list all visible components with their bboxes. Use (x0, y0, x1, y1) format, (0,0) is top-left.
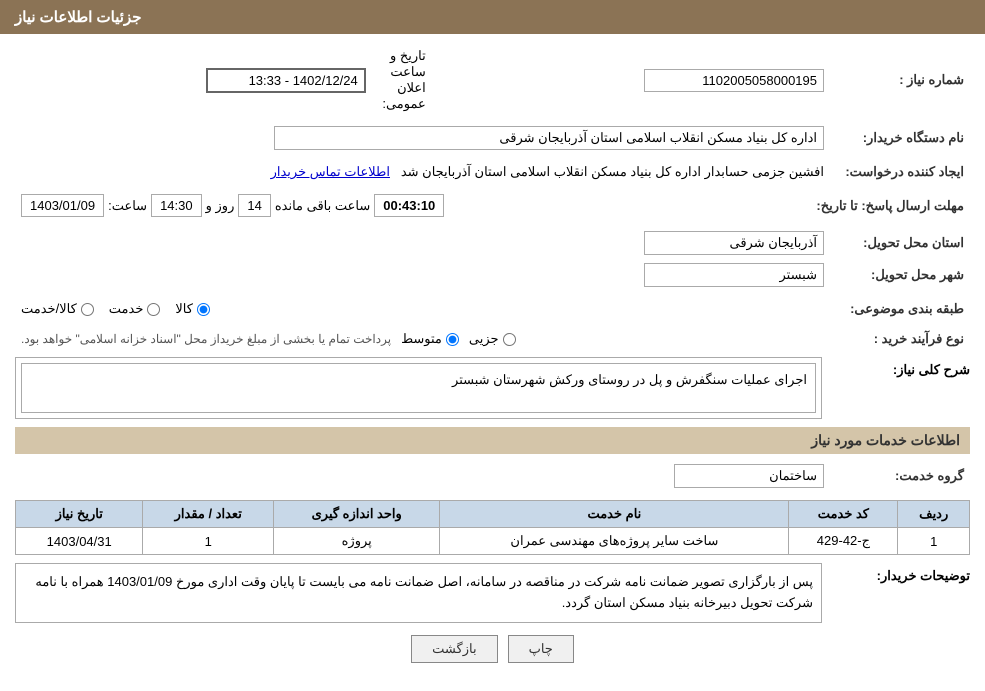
need-number-label: شماره نیاز : (830, 44, 970, 116)
cell-service_code: ج-42-429 (789, 528, 898, 555)
creator-label: ایجاد کننده درخواست: (830, 160, 970, 184)
day-label: روز و (206, 198, 235, 214)
announcement-date-label-cell: تاریخ و ساعت اعلان عمومی: (372, 44, 432, 116)
need-desc-row: شرح کلی نیاز: اجرای عملیات سنگفرش و پل د… (15, 357, 970, 419)
service-group-label: گروه خدمت: (830, 460, 970, 492)
deadline-table: مهلت ارسال پاسخ: تا تاریخ: 1403/01/09 سا… (15, 190, 970, 221)
services-table: ردیف کد خدمت نام خدمت واحد اندازه گیری ت… (15, 500, 970, 555)
cell-quantity: 1 (143, 528, 274, 555)
process-radio-mutawaset: متوسط (401, 331, 459, 347)
process-label: نوع فرآیند خرید : (830, 327, 970, 351)
subject-radio-kala-khedmat: کالا/خدمت (21, 301, 94, 317)
cell-service_name: ساخت سایر پروژه‌های مهندسی عمران (440, 528, 789, 555)
process-radio-jozii-input[interactable] (503, 333, 516, 346)
col-service-name: نام خدمت (440, 501, 789, 528)
watermark-area: شماره نیاز : 1102005058000195 تاریخ و سا… (15, 44, 970, 663)
subject-table: طبقه بندی موضوعی: کالا/خدمت خدمت (15, 297, 970, 321)
need-desc-section: شرح کلی نیاز: اجرای عملیات سنگفرش و پل د… (15, 357, 970, 419)
col-unit: واحد اندازه گیری (274, 501, 440, 528)
need-number-value: 1102005058000195 (644, 69, 824, 92)
time-label: ساعت: (108, 198, 147, 214)
buyer-org-table: نام دستگاه خریدار: اداره کل بنیاد مسکن ا… (15, 122, 970, 154)
process-cell: پرداخت تمام یا بخشی از مبلغ خریداز محل "… (15, 327, 830, 351)
subject-radio-kala-khedmat-input[interactable] (81, 303, 94, 316)
buyer-notes-value: پس از بارگزاری تصویر ضمانت نامه شرکت در … (15, 563, 822, 623)
subject-cell: کالا/خدمت خدمت کالا (15, 297, 830, 321)
creator-cell: افشین جزمی حسابدار اداره کل بنیاد مسکن ا… (15, 160, 830, 184)
page-title: جزئیات اطلاعات نیاز (15, 9, 142, 26)
buyer-org-value: اداره کل بنیاد مسکن انقلاب اسلامی استان … (274, 126, 824, 150)
delivery-province-cell: آذربایجان شرقی (15, 227, 830, 259)
buyer-org-cell: اداره کل بنیاد مسکن انقلاب اسلامی استان … (15, 122, 830, 154)
page-header: جزئیات اطلاعات نیاز (0, 0, 985, 34)
subject-radio-group: کالا/خدمت خدمت کالا (21, 301, 824, 317)
deadline-days: 14 (238, 194, 270, 217)
subject-kala-label: کالا (175, 301, 193, 317)
subject-radio-khedmat: خدمت (109, 301, 161, 317)
col-date: تاریخ نیاز (16, 501, 143, 528)
service-group-cell: ساختمان (15, 460, 830, 492)
table-row: 1ج-42-429ساخت سایر پروژه‌های مهندسی عمرا… (16, 528, 970, 555)
announcement-date-value: 1402/12/24 - 13:33 (206, 68, 366, 93)
buyer-notes-row: توضیحات خریدار: پس از بارگزاری تصویر ضما… (15, 563, 970, 623)
subject-radio-khedmat-input[interactable] (147, 303, 160, 316)
subject-radio-kala-input[interactable] (197, 303, 210, 316)
deadline-time: 14:30 (151, 194, 202, 217)
need-desc-value: اجرای عملیات سنگفرش و پل در روستای ورکش … (21, 363, 816, 413)
delivery-province-label: استان محل تحویل: (830, 227, 970, 259)
delivery-table: استان محل تحویل: آذربایجان شرقی شهر محل … (15, 227, 970, 291)
process-radio-jozii: جزیی (469, 331, 516, 347)
creator-value: افشین جزمی حسابدار اداره کل بنیاد مسکن ا… (401, 164, 824, 179)
cell-row_num: 1 (898, 528, 970, 555)
subject-kala-khedmat-label: کالا/خدمت (21, 301, 77, 317)
main-content: شماره نیاز : 1102005058000195 تاریخ و سا… (0, 34, 985, 685)
deadline-label: مهلت ارسال پاسخ: تا تاریخ: (810, 190, 970, 221)
subject-khedmat-label: خدمت (109, 301, 144, 317)
process-row: پرداخت تمام یا بخشی از مبلغ خریداز محل "… (21, 331, 824, 347)
announcement-date-label: تاریخ و ساعت اعلان عمومی: (382, 48, 425, 111)
remaining-time: 00:43:10 (374, 194, 444, 217)
deadline-date: 1403/01/09 (21, 194, 104, 217)
subject-label: طبقه بندی موضوعی: (830, 297, 970, 321)
subject-radio-kala: کالا (175, 301, 210, 317)
delivery-city-label: شهر محل تحویل: (830, 259, 970, 291)
col-row-num: ردیف (898, 501, 970, 528)
cell-date: 1403/04/31 (16, 528, 143, 555)
print-button[interactable]: چاپ (508, 635, 574, 663)
process-mutawaset-label: متوسط (401, 331, 442, 347)
need-desc-outer: اجرای عملیات سنگفرش و پل در روستای ورکش … (15, 357, 822, 419)
need-desc-label: شرح کلی نیاز: (830, 357, 970, 378)
delivery-city-value: شبستر (644, 263, 824, 287)
process-table: نوع فرآیند خرید : پرداخت تمام یا بخشی از… (15, 327, 970, 351)
creator-link[interactable]: اطلاعات تماس خریدار (271, 164, 390, 179)
remaining-label: ساعت باقی مانده (275, 198, 370, 214)
delivery-city-cell: شبستر (15, 259, 830, 291)
service-group-value: ساختمان (674, 464, 824, 488)
deadline-row: 1403/01/09 ساعت: 14:30 روز و 14 ساعت باق… (21, 194, 804, 217)
announcement-date-cell: 1402/12/24 - 13:33 (15, 44, 372, 116)
need-number-table: شماره نیاز : 1102005058000195 تاریخ و سا… (15, 44, 970, 116)
service-group-table: گروه خدمت: ساختمان (15, 460, 970, 492)
buyer-notes-section: توضیحات خریدار: پس از بارگزاری تصویر ضما… (15, 563, 970, 623)
deadline-cell: 1403/01/09 ساعت: 14:30 روز و 14 ساعت باق… (15, 190, 810, 221)
process-jozii-label: جزیی (469, 331, 499, 347)
process-note: پرداخت تمام یا بخشی از مبلغ خریداز محل "… (21, 332, 391, 346)
col-quantity: تعداد / مقدار (143, 501, 274, 528)
process-radio-mutawaset-input[interactable] (446, 333, 459, 346)
delivery-province-value: آذربایجان شرقی (644, 231, 824, 255)
col-service-code: کد خدمت (789, 501, 898, 528)
buttons-row: چاپ بازگشت (15, 635, 970, 663)
buyer-notes-label: توضیحات خریدار: (830, 563, 970, 584)
creator-table: ایجاد کننده درخواست: افشین جزمی حسابدار … (15, 160, 970, 184)
services-section-title: اطلاعات خدمات مورد نیاز (15, 427, 970, 454)
page-wrapper: جزئیات اطلاعات نیاز شماره نیاز : 1102005… (0, 0, 985, 691)
back-button[interactable]: بازگشت (411, 635, 497, 663)
buyer-org-label: نام دستگاه خریدار: (830, 122, 970, 154)
cell-unit: پروژه (274, 528, 440, 555)
need-number-cell: 1102005058000195 (432, 44, 830, 116)
